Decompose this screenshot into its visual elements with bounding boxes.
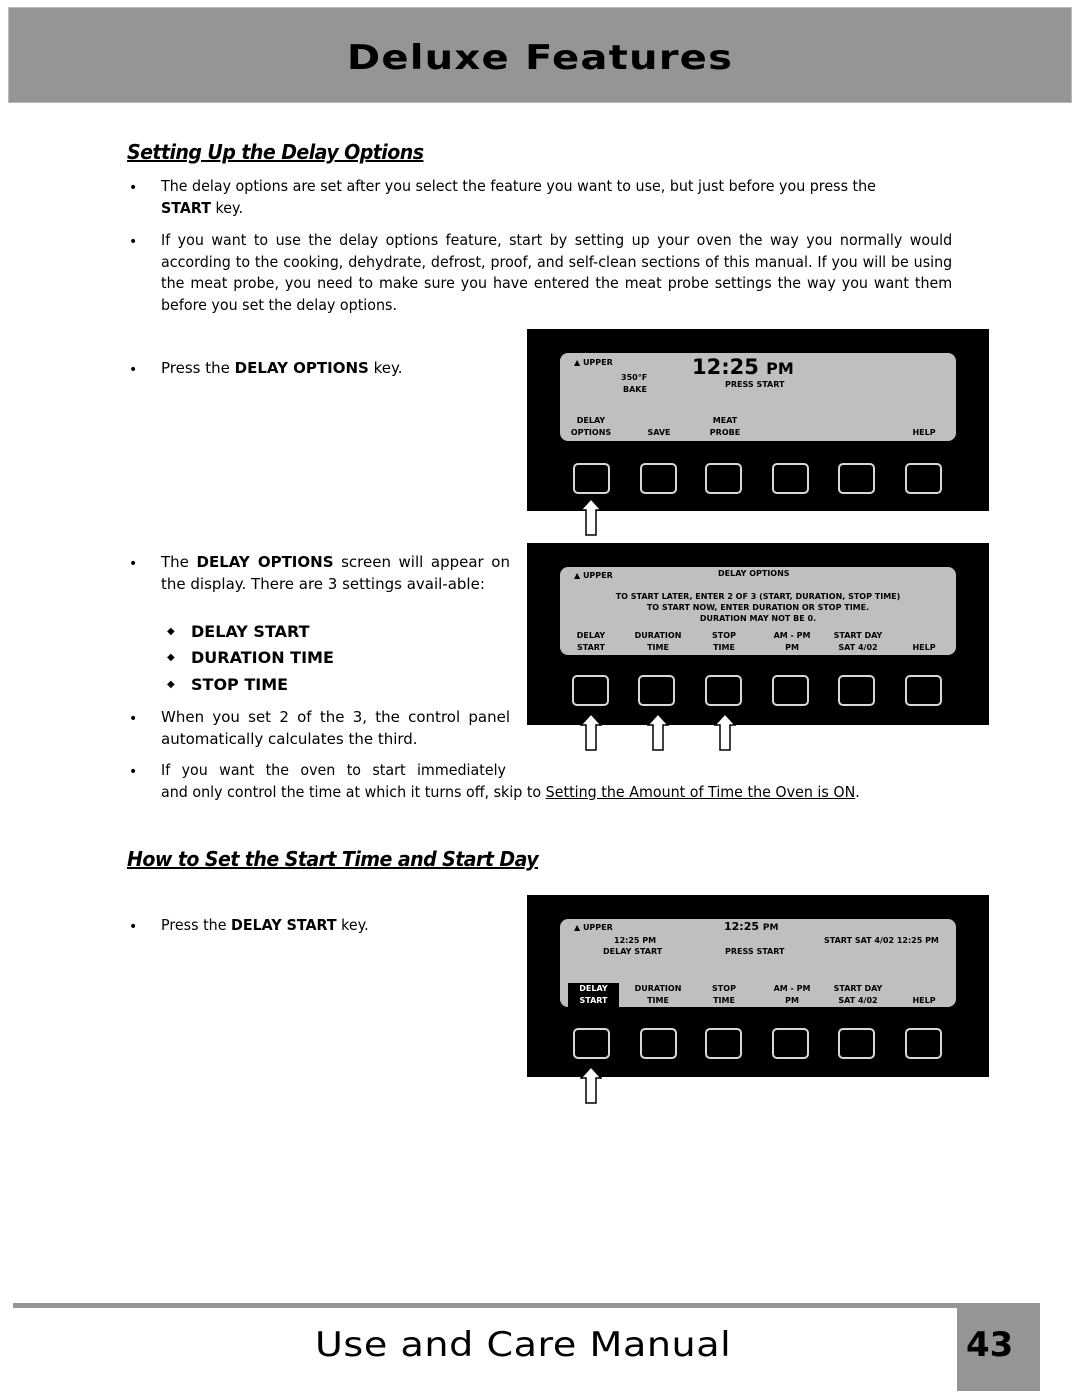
softkey-label-help: HELP bbox=[912, 428, 936, 437]
footer-manual-title: Use and Care Manual bbox=[315, 1325, 732, 1365]
paragraph-start-immediately: If you want the oven to start immediatel… bbox=[161, 761, 860, 801]
paragraph-press-delay-start: Press the DELAY START key. bbox=[161, 916, 369, 934]
temperature-readout: 350°F bbox=[621, 373, 648, 382]
clock-readout: 12:25 PM bbox=[692, 355, 794, 379]
oven-indicator: ▲ UPPER bbox=[574, 923, 613, 932]
softkey-button-3[interactable] bbox=[705, 675, 742, 706]
softkey-button-5[interactable] bbox=[838, 675, 875, 706]
softkey-label-help: HELP bbox=[912, 996, 936, 1005]
softkey-label-help: HELP bbox=[912, 643, 936, 652]
bullet-icon: • bbox=[129, 234, 138, 250]
up-arrow-icon bbox=[647, 713, 669, 751]
softkey-button-2[interactable] bbox=[640, 463, 677, 494]
control-panel-delay-start-screen: ▲ UPPER 12:25 PM 12:25 PM DELAY START PR… bbox=[527, 895, 989, 1077]
oven-indicator: ▲ UPPER bbox=[574, 571, 613, 580]
page-header-title: Deluxe Features bbox=[346, 38, 734, 78]
softkey-button-1[interactable] bbox=[573, 1028, 610, 1059]
softkey-button-3[interactable] bbox=[705, 1028, 742, 1059]
control-panel-delay-options-screen: ▲ UPPER DELAY OPTIONS TO START LATER, EN… bbox=[527, 543, 989, 725]
softkey-button-2[interactable] bbox=[640, 1028, 677, 1059]
up-arrow-icon bbox=[714, 713, 736, 751]
softkey-label-start-day: START DAY SAT 4/02 bbox=[833, 631, 883, 652]
softkey-label-am-pm: AM - PM PM bbox=[773, 984, 811, 1005]
softkey-label-duration-time: DURATION TIME bbox=[634, 631, 682, 652]
softkey-button-4[interactable] bbox=[772, 675, 809, 706]
paragraph-setup-oven: If you want to use the delay options fea… bbox=[161, 231, 953, 314]
paragraph-press-delay-options: Press the DELAY OPTIONS key. bbox=[161, 359, 403, 377]
diamond-bullet-icon: ◆ bbox=[167, 652, 175, 663]
softkey-label-delay-start-selected: DELAY START bbox=[568, 983, 619, 1007]
section-title-start-time: How to Set the Start Time and Start Day bbox=[127, 847, 539, 871]
softkey-label-am-pm: AM - PM PM bbox=[773, 631, 811, 652]
up-arrow-icon bbox=[580, 713, 602, 751]
lcd-display: ▲ UPPER 350°F BAKE 12:25 PM PRESS START … bbox=[560, 353, 956, 441]
softkey-button-3[interactable] bbox=[705, 463, 742, 494]
paragraph-delay-intro: The delay options are set after you sele… bbox=[161, 177, 876, 217]
softkey-label-duration-time: DURATION TIME bbox=[634, 984, 682, 1005]
softkey-button-2[interactable] bbox=[638, 675, 675, 706]
softkey-label-delay-options: DELAY OPTIONS bbox=[570, 416, 612, 437]
lcd-display: ▲ UPPER 12:25 PM 12:25 PM DELAY START PR… bbox=[560, 919, 956, 1007]
softkey-label-start-day: START DAY SAT 4/02 bbox=[833, 984, 883, 1005]
section-title-delay-options: Setting Up the Delay Options bbox=[127, 140, 424, 164]
softkey-button-5[interactable] bbox=[838, 1028, 875, 1059]
softkey-button-1[interactable] bbox=[572, 675, 609, 706]
status-text: PRESS START bbox=[725, 947, 785, 956]
setting-duration-time: DURATION TIME bbox=[191, 648, 334, 667]
softkey-label-stop-time: STOP TIME bbox=[712, 984, 736, 1005]
up-arrow-icon bbox=[580, 498, 602, 536]
footer-divider bbox=[13, 1303, 958, 1308]
softkey-button-4[interactable] bbox=[772, 1028, 809, 1059]
paragraph-delay-options-screen: The DELAY OPTIONS screen will appear on … bbox=[161, 553, 510, 593]
instruction-line-3: DURATION MAY NOT BE 0. bbox=[699, 614, 817, 623]
page-header-bar: Deluxe Features bbox=[8, 7, 1072, 103]
softkey-button-1[interactable] bbox=[573, 463, 610, 494]
softkey-label-stop-time: STOP TIME bbox=[712, 631, 736, 652]
setting-stop-time: STOP TIME bbox=[191, 675, 289, 694]
delay-start-label: DELAY START bbox=[603, 947, 663, 956]
lcd-display: ▲ UPPER DELAY OPTIONS TO START LATER, EN… bbox=[560, 567, 956, 655]
page-number: 43 bbox=[966, 1325, 1014, 1365]
softkey-button-6[interactable] bbox=[905, 675, 942, 706]
softkey-button-6[interactable] bbox=[905, 463, 942, 494]
bullet-icon: • bbox=[129, 556, 138, 572]
softkey-button-6[interactable] bbox=[905, 1028, 942, 1059]
clock-readout: 12:25 PM bbox=[724, 920, 779, 934]
screen-title: DELAY OPTIONS bbox=[718, 569, 790, 578]
link-time-oven-on[interactable]: Setting the Amount of Time the Oven is O… bbox=[546, 783, 856, 801]
softkey-label-delay-start: DELAY START bbox=[576, 631, 606, 652]
setting-delay-start: DELAY START bbox=[191, 622, 310, 641]
softkey-button-4[interactable] bbox=[772, 463, 809, 494]
start-info-readout: START SAT 4/02 12:25 PM bbox=[824, 936, 939, 945]
mode-readout: BAKE bbox=[623, 385, 647, 394]
softkey-button-5[interactable] bbox=[838, 463, 875, 494]
diamond-bullet-icon: ◆ bbox=[167, 679, 175, 690]
softkey-label-save: SAVE bbox=[647, 428, 671, 437]
bullet-icon: • bbox=[129, 362, 138, 378]
bullet-icon: • bbox=[129, 711, 138, 727]
control-panel-main-screen: ▲ UPPER 350°F BAKE 12:25 PM PRESS START … bbox=[527, 329, 989, 511]
status-text: PRESS START bbox=[725, 380, 785, 389]
paragraph-auto-calc: When you set 2 of the 3, the control pan… bbox=[161, 708, 510, 748]
up-arrow-icon bbox=[580, 1066, 602, 1104]
softkey-label-meat-probe: MEAT PROBE bbox=[709, 416, 741, 437]
diamond-bullet-icon: ◆ bbox=[167, 626, 175, 637]
bullet-icon: • bbox=[129, 764, 138, 780]
bullet-icon: • bbox=[129, 180, 138, 196]
bullet-icon: • bbox=[129, 919, 138, 935]
oven-indicator: ▲ UPPER bbox=[574, 358, 613, 367]
